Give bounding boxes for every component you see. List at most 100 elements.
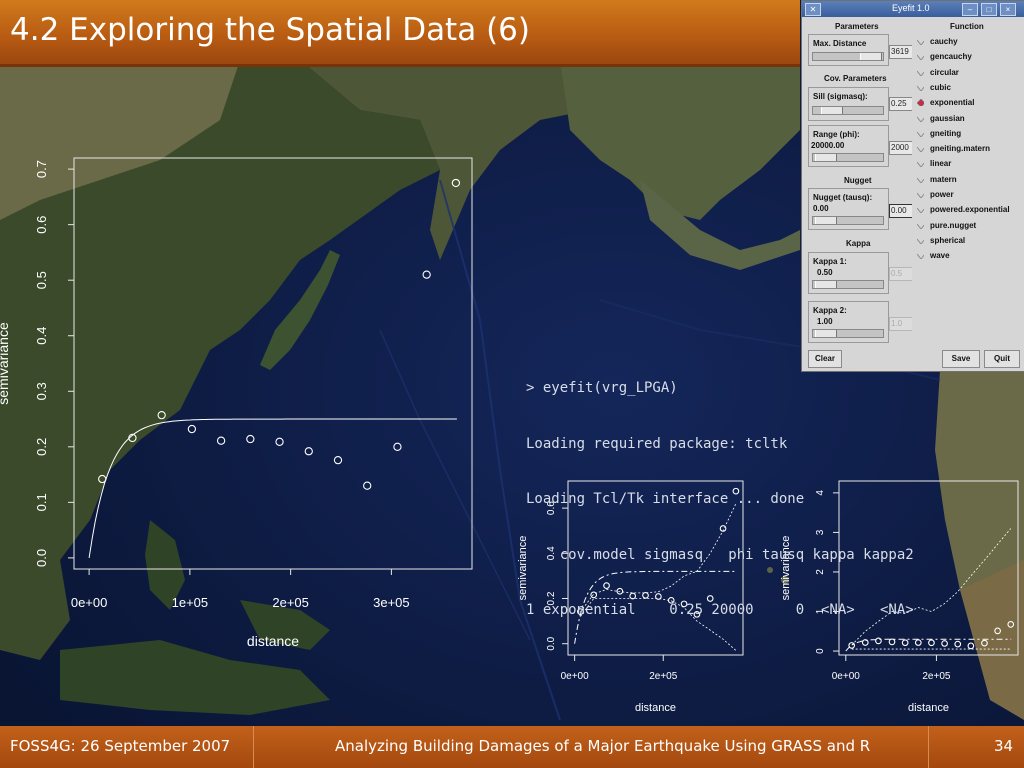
- function-label: gneiting: [930, 128, 962, 138]
- slider-thumb[interactable]: [815, 281, 837, 288]
- range-panel: Range (phi): 20000.00: [808, 125, 889, 167]
- kappa1-panel: Kappa 1: 0.50: [808, 252, 889, 294]
- kappa2-entry[interactable]: 1.0: [889, 317, 913, 331]
- radio-icon[interactable]: [917, 99, 924, 107]
- kappa2-current-value: 1.00: [817, 317, 833, 326]
- console-line: 1 exponential 0.25 20000 0 <NA> <NA>: [526, 602, 914, 618]
- function-label: matern: [930, 174, 957, 184]
- slider-thumb[interactable]: [860, 53, 882, 60]
- function-label: exponential: [930, 98, 975, 108]
- function-option-cauchy[interactable]: cauchy: [917, 37, 958, 46]
- variogram-point: [901, 639, 909, 647]
- radio-icon[interactable]: [917, 252, 924, 260]
- sill-panel: Sill (sigmasq):: [808, 87, 889, 121]
- max-distance-slider[interactable]: [812, 52, 884, 61]
- parameters-title: Parameters: [835, 22, 879, 31]
- radio-icon[interactable]: [917, 176, 924, 183]
- minimize-icon[interactable]: –: [962, 3, 978, 16]
- function-label: linear: [930, 159, 952, 169]
- kappa1-current-value: 0.50: [817, 268, 833, 277]
- function-option-circular[interactable]: circular: [917, 68, 959, 77]
- nugget-label: Nugget (tausq):: [813, 193, 873, 202]
- radio-icon[interactable]: [917, 53, 924, 61]
- close-icon[interactable]: ×: [1000, 3, 1016, 16]
- slide-footer: FOSS4G: 26 September 2007 Analyzing Buil…: [0, 726, 1024, 768]
- variogram-point: [954, 640, 962, 648]
- variogram-point: [914, 639, 922, 646]
- function-option-spherical[interactable]: spherical: [917, 235, 966, 245]
- variogram-point: [875, 637, 882, 645]
- range-slider[interactable]: [812, 153, 884, 162]
- window-menu-icon[interactable]: ✕: [805, 3, 821, 16]
- kappa-title: Kappa: [846, 239, 871, 248]
- x-tick-label: 0e+00: [832, 671, 861, 682]
- function-label: cubic: [930, 82, 951, 92]
- function-label: pure.nugget: [930, 220, 977, 230]
- eyefit-window: ✕ Eyefit 1.0 – □ × Parameters Function M…: [801, 0, 1024, 372]
- function-label: powered.exponential: [930, 205, 1010, 215]
- function-option-cubic[interactable]: cubic: [917, 82, 951, 92]
- variogram-point: [994, 627, 1001, 635]
- eyefit-window-title: Eyefit 1.0: [892, 3, 930, 13]
- variogram-point: [888, 638, 896, 646]
- console-line: cov.model sigmasq phi tausq kappa kappa2: [526, 546, 914, 563]
- radio-icon[interactable]: [917, 160, 924, 168]
- radio-icon[interactable]: [917, 69, 924, 76]
- variogram-point: [928, 639, 935, 647]
- save-button[interactable]: Save: [942, 350, 980, 368]
- radio-icon[interactable]: [917, 222, 924, 229]
- kappa2-panel: Kappa 2: 1.00: [808, 301, 889, 343]
- function-option-linear[interactable]: linear: [917, 159, 952, 169]
- function-option-wave[interactable]: wave: [917, 251, 950, 260]
- function-option-gaussian[interactable]: gaussian: [917, 114, 965, 123]
- kappa2-slider[interactable]: [812, 329, 884, 338]
- function-option-exponential[interactable]: exponential: [917, 98, 975, 108]
- kappa1-slider[interactable]: [812, 280, 884, 289]
- function-option-gneiting[interactable]: gneiting: [917, 128, 962, 138]
- function-option-matern[interactable]: matern: [917, 174, 957, 184]
- radio-icon[interactable]: [917, 115, 924, 122]
- variogram-point: [1007, 621, 1015, 628]
- function-label: cauchy: [930, 37, 958, 46]
- slider-thumb[interactable]: [815, 154, 837, 161]
- function-option-powered-exponential[interactable]: powered.exponential: [917, 205, 1010, 215]
- variogram-point: [941, 640, 948, 647]
- function-option-gencauchy[interactable]: gencauchy: [917, 52, 972, 62]
- kappa1-entry[interactable]: 0.5: [889, 267, 913, 281]
- eyefit-titlebar[interactable]: ✕ Eyefit 1.0 – □ ×: [802, 1, 1024, 17]
- function-label: spherical: [930, 235, 966, 245]
- radio-icon[interactable]: [917, 191, 924, 198]
- max-distance-entry[interactable]: 3619: [889, 45, 913, 59]
- radio-icon[interactable]: [917, 145, 924, 153]
- function-option-gneiting-matern[interactable]: gneiting.matern: [917, 144, 990, 153]
- slider-thumb[interactable]: [821, 107, 843, 114]
- variogram-point: [848, 642, 856, 649]
- quit-button[interactable]: Quit: [984, 350, 1020, 368]
- nugget-current-value: 0.00: [813, 204, 829, 213]
- sill-entry[interactable]: 0.25: [889, 97, 913, 111]
- function-option-pure-nugget[interactable]: pure.nugget: [917, 220, 977, 230]
- max-distance-label: Max. Distance: [813, 39, 867, 48]
- nugget-slider[interactable]: [812, 216, 884, 225]
- radio-icon[interactable]: [917, 237, 924, 244]
- x-tick-label: 2e+05: [922, 671, 951, 682]
- radio-icon[interactable]: [917, 206, 924, 214]
- slider-thumb[interactable]: [815, 217, 837, 224]
- footer-divider: [928, 726, 929, 768]
- sill-slider[interactable]: [812, 106, 884, 115]
- radio-icon[interactable]: [917, 130, 924, 137]
- function-label: gencauchy: [930, 52, 972, 62]
- r-console-output: > eyefit(vrg_LPGA) Loading required pack…: [526, 342, 914, 638]
- kappa2-label: Kappa 2:: [813, 306, 847, 315]
- function-option-power[interactable]: power: [917, 190, 954, 199]
- maximize-icon[interactable]: □: [981, 3, 997, 16]
- slider-thumb[interactable]: [815, 330, 837, 337]
- radio-icon[interactable]: [917, 38, 924, 45]
- radio-icon[interactable]: [917, 84, 924, 91]
- range-entry[interactable]: 2000: [889, 141, 913, 155]
- max-distance-panel: Max. Distance: [808, 34, 889, 66]
- variogram-point: [861, 639, 869, 646]
- console-line: Loading required package: tcltk: [526, 435, 788, 452]
- nugget-entry[interactable]: 0.00: [889, 204, 913, 218]
- clear-button[interactable]: Clear: [808, 350, 842, 368]
